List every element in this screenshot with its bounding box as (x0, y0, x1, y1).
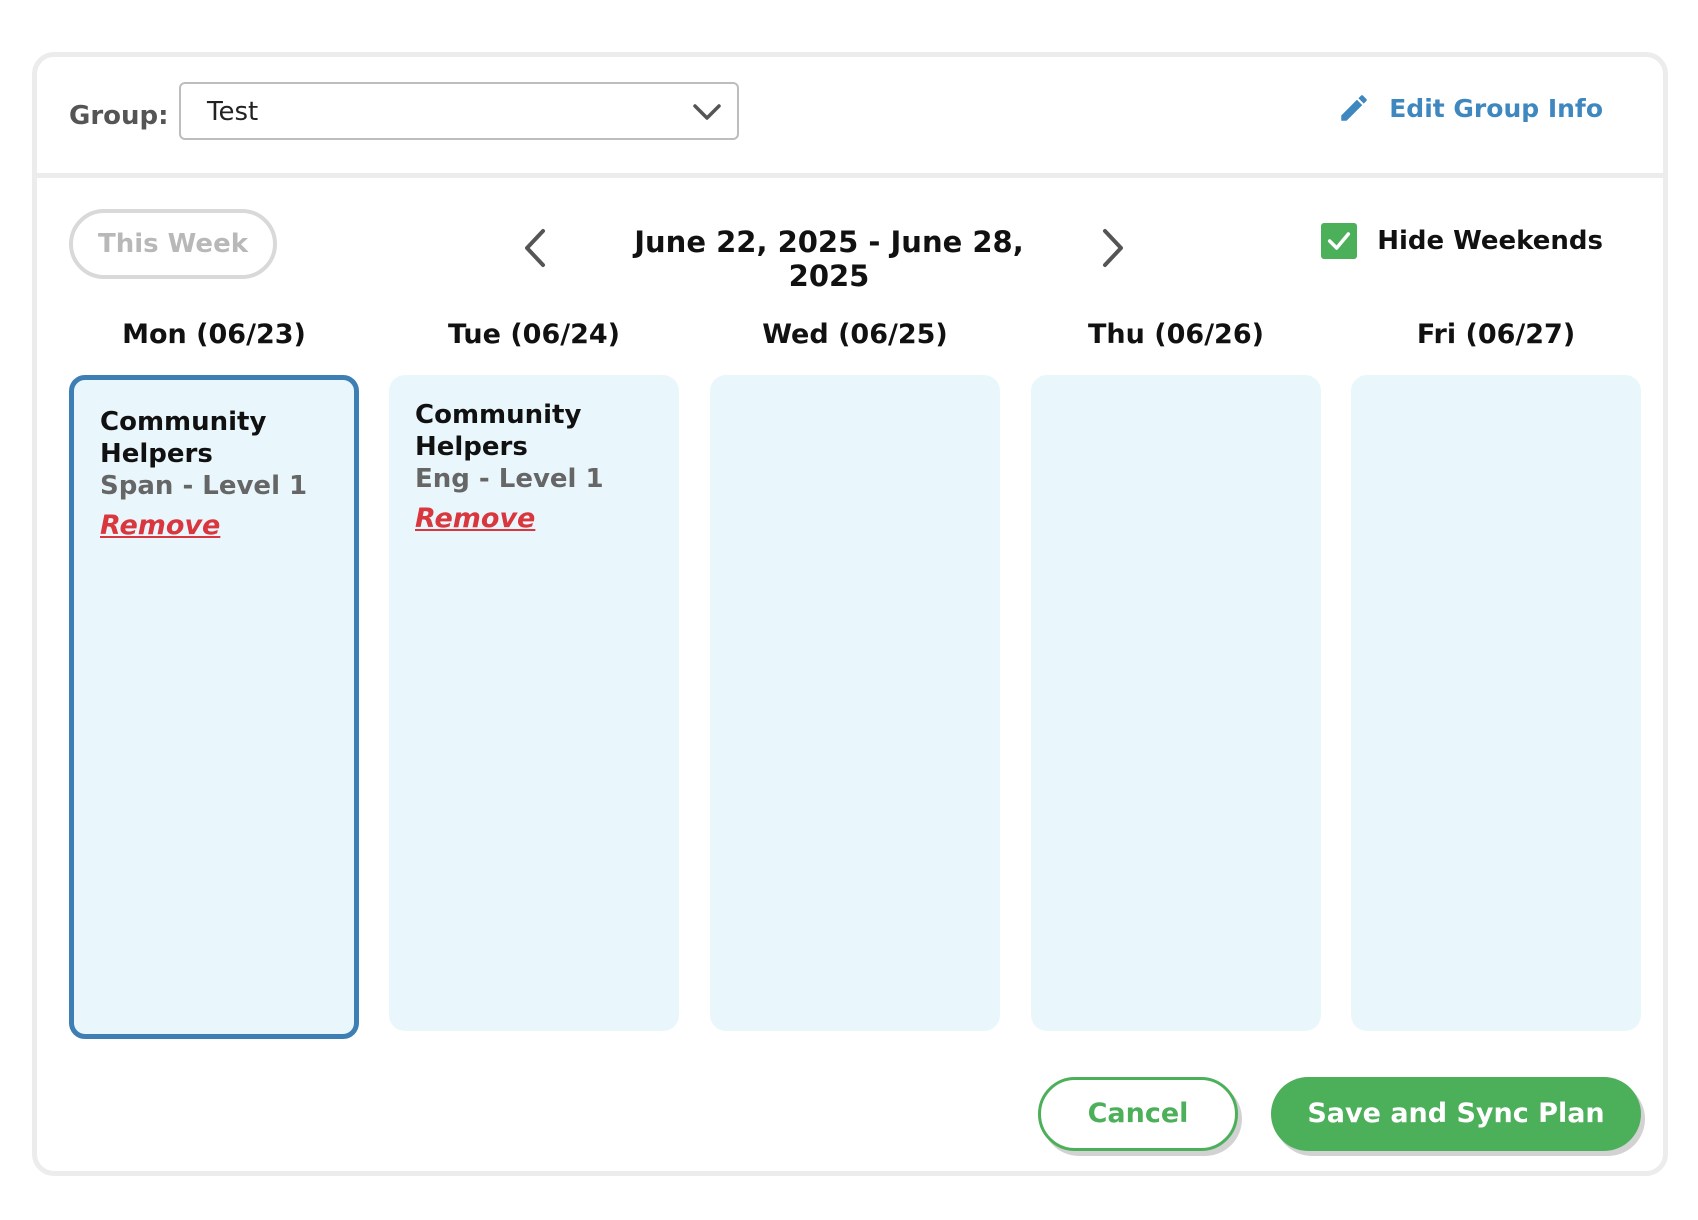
plan-editor-card: Group: Test Edit Group Info This Week Ju… (32, 52, 1668, 1176)
week-date-range: June 22, 2025 - June 28, 2025 (634, 225, 1024, 293)
group-select[interactable]: Test (179, 82, 739, 140)
remove-lesson-link[interactable]: Remove (415, 503, 535, 534)
group-bar: Group: Test Edit Group Info (37, 57, 1663, 178)
save-and-sync-button[interactable]: Save and Sync Plan (1271, 1077, 1641, 1151)
day-column-mon[interactable]: Community Helpers Span - Level 1 Remove (69, 375, 359, 1039)
day-column-wed[interactable] (710, 375, 1000, 1031)
day-header-wed: Wed (06/25) (762, 319, 948, 350)
hide-weekends-checkbox[interactable] (1321, 223, 1358, 259)
edit-group-info-label: Edit Group Info (1389, 93, 1603, 123)
day-column-fri[interactable] (1351, 375, 1641, 1031)
chevron-down-icon (693, 104, 721, 120)
day-header-fri: Fri (06/27) (1416, 319, 1576, 350)
chevron-left-icon[interactable] (517, 225, 553, 271)
lesson-subtitle: Eng - Level 1 (415, 464, 604, 494)
group-select-value: Test (207, 97, 259, 127)
day-header-thu: Thu (06/26) (1088, 319, 1264, 350)
day-column-tue[interactable]: Community Helpers Eng - Level 1 Remove (389, 375, 679, 1031)
lesson-title: Community Helpers (415, 400, 582, 462)
lesson-subtitle: Span - Level 1 (100, 471, 308, 501)
hide-weekends-toggle[interactable]: Hide Weekends (1321, 223, 1603, 259)
pencil-icon (1341, 95, 1367, 121)
this-week-button[interactable]: This Week (69, 209, 277, 279)
day-header-tue: Tue (06/24) (447, 319, 621, 350)
lesson-card: Community Helpers Span - Level 1 Remove (100, 406, 338, 541)
check-icon (1328, 232, 1351, 250)
chevron-right-icon[interactable] (1095, 225, 1131, 271)
group-label: Group: (69, 101, 169, 131)
day-column-thu[interactable] (1031, 375, 1321, 1031)
day-header-mon: Mon (06/23) (122, 319, 306, 350)
hide-weekends-label: Hide Weekends (1377, 226, 1603, 256)
remove-lesson-link[interactable]: Remove (100, 510, 220, 541)
lesson-title: Community Helpers (100, 407, 267, 469)
cancel-button[interactable]: Cancel (1038, 1077, 1238, 1151)
lesson-card: Community Helpers Eng - Level 1 Remove (415, 399, 663, 534)
edit-group-info-link[interactable]: Edit Group Info (1337, 91, 1603, 125)
